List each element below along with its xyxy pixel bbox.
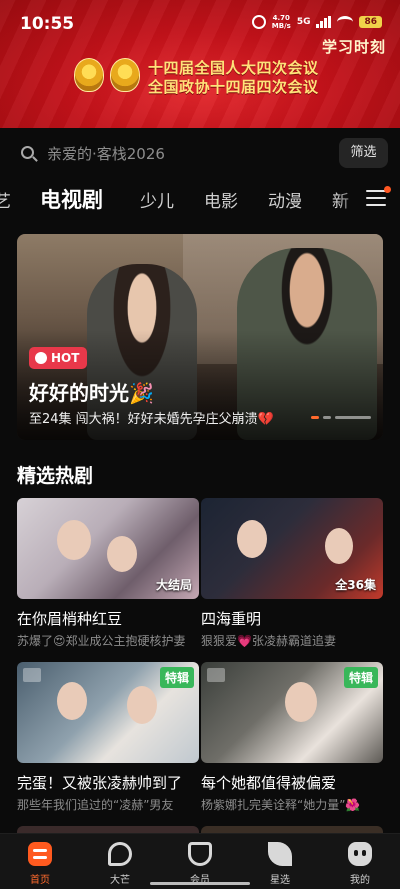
drama-badge: 全36集	[335, 578, 376, 592]
search-bar: 亲爱的·客栈2026 筛选	[0, 128, 400, 178]
speed-unit: MB/s	[271, 22, 291, 30]
alarm-icon	[251, 15, 266, 29]
drama-thumbnail: 大结局	[17, 498, 199, 599]
drama-card[interactable]: 大结局 在你眉梢种红豆 苏爆了😍郑业成公主抱硬核护妻	[17, 498, 199, 649]
home-logo-icon	[28, 842, 52, 866]
drama-subtitle: 那些年我们追过的“凌赫”男友	[17, 798, 174, 812]
tabs-fade	[336, 178, 366, 222]
nav-label: 大芒	[110, 875, 130, 886]
hot-badge: HOT	[29, 347, 88, 369]
drama-title: 完蛋！又被张凌赫帅到了	[17, 774, 183, 792]
play-icon	[207, 668, 225, 682]
drama-thumbnail: 全36集	[201, 498, 383, 599]
drama-thumbnail: 特辑	[201, 662, 383, 763]
battery-icon: 86	[359, 16, 382, 28]
banner-headline: 十四届全国人大四次会议 全国政协十四届四次会议	[148, 59, 319, 97]
hot-icon	[35, 352, 47, 364]
profile-face-icon	[348, 842, 372, 866]
drama-card[interactable]: 特辑 完蛋！又被张凌赫帅到了 那些年我们追过的“凌赫”男友	[17, 662, 199, 813]
carousel-indicator	[311, 416, 371, 419]
leaf-icon	[268, 842, 292, 866]
drama-subtitle: 狠狠爱💗张凌赫霸道追妻	[201, 634, 336, 648]
category-tabs: 艺 电视剧 少儿 电影 动漫 新	[0, 178, 400, 222]
tab-anime[interactable]: 动漫	[268, 187, 302, 212]
tab-tv-series[interactable]: 电视剧	[40, 184, 103, 214]
nav-profile[interactable]: 我的	[320, 834, 400, 889]
section-title: 精选热剧	[17, 465, 94, 487]
tab-kids[interactable]: 少儿	[140, 187, 174, 212]
drama-thumbnail: 特辑	[17, 662, 199, 763]
banner-brand: 学习时刻	[321, 38, 386, 56]
drama-title: 四海重明	[201, 610, 262, 628]
drama-card[interactable]: 全36集 四海重明 狠狠爱💗张凌赫霸道追妻	[201, 498, 383, 649]
drama-badge: 大结局	[155, 578, 192, 592]
cppcc-emblem-icon	[110, 58, 140, 92]
nav-label: 星选	[270, 875, 290, 886]
nav-dama[interactable]: 大芒	[80, 834, 160, 889]
channel-menu-icon[interactable]	[366, 186, 391, 206]
national-emblem-icon	[74, 58, 104, 92]
speed-value: 4.70	[272, 14, 290, 22]
signal-icon	[316, 16, 332, 28]
drama-subtitle: 苏爆了😍郑业成公主抱硬核护妻	[17, 634, 186, 648]
vip-heart-icon	[188, 842, 212, 866]
nav-star-select[interactable]: 星选	[240, 834, 320, 889]
header-banner[interactable]: 10:55 4.70 MB/s 5G 86 学习时刻 十四届全国人大四次会议 全…	[0, 0, 400, 128]
drama-title: 在你眉梢种红豆	[17, 610, 123, 628]
network-type: 5G	[296, 17, 311, 27]
status-icons: 4.70 MB/s 5G 86	[251, 14, 382, 30]
search-icon[interactable]	[21, 146, 34, 159]
banner-line-1: 十四届全国人大四次会议	[148, 59, 319, 77]
hot-badge-label: HOT	[51, 351, 80, 365]
home-indicator[interactable]	[150, 882, 250, 885]
dama-icon	[108, 842, 132, 866]
bottom-navigation: 首页 大芒 会员 星选 我的	[0, 833, 400, 889]
drama-badge: 特辑	[343, 667, 378, 688]
nav-vip[interactable]: 会员	[160, 834, 240, 889]
filter-button[interactable]: 筛选	[339, 138, 388, 168]
drama-subtitle: 杨紫娜扎完美诠释“她力量”🌺	[201, 798, 361, 812]
drama-title: 每个她都值得被偏爱	[201, 774, 337, 792]
tab-movies[interactable]: 电影	[204, 187, 238, 212]
play-icon	[23, 668, 41, 682]
hero-subtitle: 至24集 闯大祸！好好未婚先孕庄父崩溃💔	[29, 412, 274, 427]
drama-badge: 特辑	[159, 667, 194, 688]
emblems	[74, 58, 140, 92]
wifi-icon	[337, 16, 354, 28]
hero-banner[interactable]: HOT 好好的时光🎉 至24集 闯大祸！好好未婚先孕庄父崩溃💔	[17, 234, 383, 440]
network-speed: 4.70 MB/s	[272, 14, 291, 30]
nav-home[interactable]: 首页	[0, 834, 80, 889]
notification-dot	[384, 186, 391, 193]
hero-title: 好好的时光🎉	[29, 381, 154, 405]
tab-variety[interactable]: 艺	[0, 187, 11, 212]
banner-line-2: 全国政协十四届四次会议	[148, 78, 319, 96]
drama-card[interactable]: 特辑 每个她都值得被偏爱 杨紫娜扎完美诠释“她力量”🌺	[201, 662, 383, 813]
nav-label: 我的	[350, 875, 370, 886]
search-input[interactable]: 亲爱的·客栈2026	[47, 143, 165, 164]
status-time: 10:55	[20, 14, 75, 34]
nav-label: 首页	[30, 875, 50, 886]
